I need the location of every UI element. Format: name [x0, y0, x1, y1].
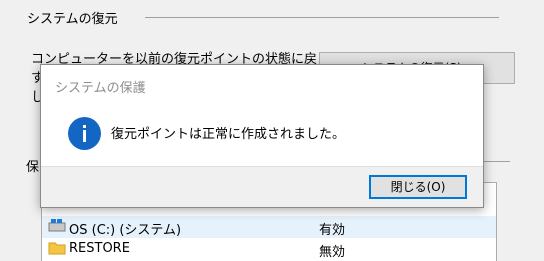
close-button[interactable]: 閉じる(O) [369, 175, 467, 199]
dialog-footer: 閉じる(O) [41, 166, 483, 207]
drive-name: RESTORE [69, 241, 130, 256]
protection-divider [482, 161, 510, 162]
info-icon [68, 117, 101, 150]
protection-settings-label: 保 [26, 160, 40, 175]
drive-icon [48, 219, 66, 232]
system-restore-section-title: システムの復元 [27, 12, 118, 27]
drive-row-restore[interactable]: RESTORE 無効 [42, 238, 496, 260]
drive-status: 有効 [319, 223, 346, 238]
drive-status: 無効 [319, 245, 346, 260]
system-protection-dialog: システムの保護 復元ポイントは正常に作成されました。 閉じる(O) [40, 64, 484, 208]
folder-icon [48, 242, 66, 255]
drive-name: OS (C:) (システム) [69, 223, 182, 238]
dialog-message: 復元ポイントは正常に作成されました。 [111, 127, 346, 142]
dialog-title: システムの保護 [55, 81, 146, 96]
drive-row-os[interactable]: OS (C:) (システム) 有効 [42, 216, 496, 238]
section-divider [145, 17, 499, 18]
